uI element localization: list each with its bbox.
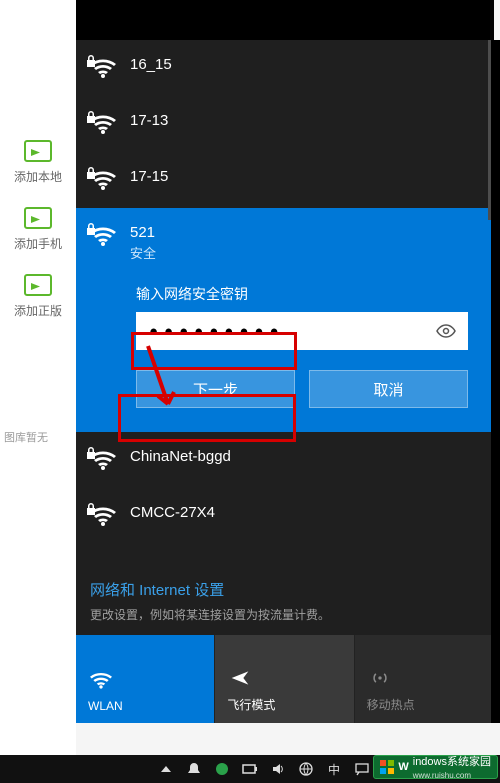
network-name: 521	[130, 224, 156, 241]
sidebar-add-local[interactable]: 添加本地	[0, 128, 76, 195]
tile-wlan[interactable]: WLAN	[76, 635, 215, 723]
network-name: ChinaNet-bggd	[130, 448, 231, 465]
network-list: 16_15 17-13 17-15	[76, 40, 494, 573]
password-input[interactable]	[136, 312, 468, 350]
next-button[interactable]: 下一步	[136, 370, 295, 408]
network-item-active: 521 安全 输入网络安全密钥 下一步 取消	[76, 208, 494, 432]
tile-airplane[interactable]: 飞行模式	[215, 635, 354, 723]
flyout-right-edge	[491, 40, 500, 723]
app-sidebar: 添加本地 添加手机 添加正版 图库暂无	[0, 0, 76, 760]
sidebar-label: 添加手机	[14, 235, 62, 252]
network-item[interactable]: 16_15	[76, 40, 494, 96]
wifi-icon	[90, 671, 112, 691]
picture-icon	[24, 140, 52, 162]
tray-chevron-icon[interactable]	[158, 761, 174, 777]
tray-wechat-icon[interactable]	[214, 761, 230, 777]
tray-network-icon[interactable]	[298, 761, 314, 777]
network-item[interactable]: CMCC-27X4	[76, 488, 494, 544]
network-item[interactable]: ChinaNet-bggd	[76, 432, 494, 488]
tray-volume-icon[interactable]	[270, 761, 286, 777]
settings-sub: 更改设置，例如将某连接设置为按流量计费。	[90, 606, 480, 623]
hotspot-icon	[369, 668, 391, 688]
settings-block: 网络和 Internet 设置 更改设置，例如将某连接设置为按流量计费。	[76, 573, 494, 635]
network-name: CMCC-27X4	[130, 504, 215, 521]
wifi-secure-icon	[90, 58, 116, 80]
tray-action-center-icon[interactable]	[354, 761, 370, 777]
network-item[interactable]: 17-15	[76, 152, 494, 208]
network-name: 17-13	[130, 112, 168, 129]
wifi-secure-icon	[90, 450, 116, 472]
wifi-secure-icon	[90, 170, 116, 192]
quick-tiles: WLAN 飞行模式 移动热点	[76, 635, 494, 723]
tile-label: 移动热点	[367, 696, 415, 713]
tile-hotspot[interactable]: 移动热点	[355, 635, 494, 723]
windows-flag-icon	[380, 760, 394, 774]
cancel-button[interactable]: 取消	[309, 370, 468, 408]
settings-link[interactable]: 网络和 Internet 设置	[90, 579, 480, 600]
sidebar-label: 添加正版	[14, 302, 62, 319]
badge-text: indows系统家园	[413, 756, 491, 768]
network-name: 16_15	[130, 56, 172, 73]
tray-ime-indicator[interactable]: 中	[326, 761, 342, 777]
sidebar-empty-hint: 图库暂无	[0, 329, 76, 445]
wifi-flyout: 16_15 17-13 17-15	[76, 40, 494, 723]
tile-label: 飞行模式	[227, 696, 275, 713]
sidebar-label: 添加本地	[14, 168, 62, 185]
sidebar-add-official[interactable]: 添加正版	[0, 262, 76, 329]
wifi-secure-icon	[90, 226, 116, 248]
reveal-password-icon[interactable]	[432, 317, 460, 345]
password-label: 输入网络安全密钥	[136, 284, 480, 304]
wifi-secure-icon	[90, 114, 116, 136]
picture-icon	[24, 207, 52, 229]
network-item[interactable]: 17-13	[76, 96, 494, 152]
tile-label: WLAN	[88, 699, 123, 713]
watermark-badge: W indows系统家园 www.ruishu.com	[373, 755, 498, 779]
picture-icon	[24, 274, 52, 296]
sidebar-add-phone[interactable]: 添加手机	[0, 195, 76, 262]
tray-notification-icon[interactable]	[186, 761, 202, 777]
airplane-icon	[229, 668, 251, 688]
network-security-label: 安全	[130, 243, 156, 262]
flyout-top-gap	[76, 0, 494, 40]
badge-sub: www.ruishu.com	[413, 771, 471, 780]
tray-battery-icon[interactable]	[242, 761, 258, 777]
wifi-secure-icon	[90, 506, 116, 528]
network-name: 17-15	[130, 168, 168, 185]
